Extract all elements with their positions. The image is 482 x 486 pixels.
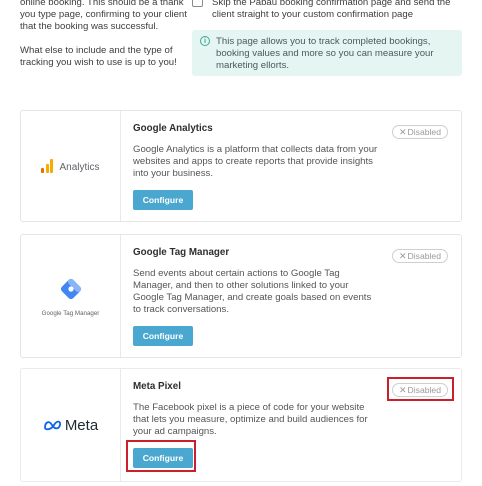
close-icon: ✕ [399,251,407,261]
info-circle-icon: i [200,36,210,46]
google-analytics-logo: Analytics [41,159,100,173]
skip-confirmation-checkbox[interactable] [192,0,203,7]
meta-logo: Meta [43,417,98,434]
intro-paragraph: online booking. This should be a thank y… [20,0,187,32]
integration-logo-pane: Google Tag Manager [21,235,121,357]
meta-logo-text: Meta [64,416,99,434]
integration-logo-pane: Meta [21,369,121,481]
integration-description: The Facebook pixel is a piece of code fo… [133,402,368,437]
skip-confirmation-label: Skip the Pabau booking confirmation page… [212,0,451,20]
google-analytics-icon [41,159,54,173]
status-badge-label: Disabled [407,251,441,261]
integration-description: Send events about certain actions to Goo… [133,268,372,315]
status-badge: ✕Disabled [392,125,448,139]
google-tag-manager-logo: Google Tag Manager [41,276,100,317]
status-badge: ✕Disabled [392,249,448,263]
integration-card-google-analytics: Analytics Google Analytics Google Analyt… [20,110,462,222]
meta-infinity-icon [43,420,61,431]
info-banner-text: This page allows you to track completed … [216,36,434,71]
info-banner: i This page allows you to track complete… [192,30,462,76]
configure-button-google-tag-manager[interactable]: Configure [133,326,193,346]
integration-logo-pane: Analytics [21,111,121,221]
highlight-box-status [387,377,454,401]
google-analytics-logo-text: Analytics [59,162,100,173]
status-badge-label: Disabled [407,127,441,137]
close-icon: ✕ [399,127,407,137]
integration-card-google-tag-manager: Google Tag Manager Google Tag Manager Se… [20,234,462,358]
google-tag-manager-logo-text: Google Tag Manager [41,309,100,317]
google-tag-manager-icon [60,278,81,299]
highlight-box-configure [126,440,196,472]
configure-button-google-analytics[interactable]: Configure [133,190,193,210]
intro-paragraph: What else to include and the type of tra… [20,45,177,68]
integration-description: Google Analytics is a platform that coll… [133,144,378,179]
intro-text: online booking. This should be a thank y… [20,0,188,81]
